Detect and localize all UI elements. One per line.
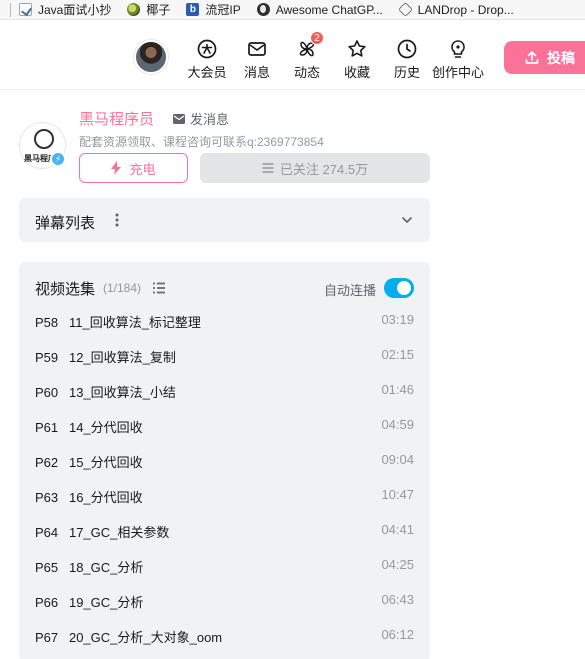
nav-favorites[interactable]: 收藏 <box>332 38 382 81</box>
bookmark-label: Awesome ChatGP... <box>275 2 383 17</box>
episode-row[interactable]: P67 20_GC_分析_大对象_oom 06:12 <box>19 617 430 652</box>
episode-row[interactable]: P62 15_分代回收 09:04 <box>19 442 430 477</box>
episode-label: P62 15_分代回收 <box>35 455 143 470</box>
episode-label: P64 17_GC_相关参数 <box>35 525 170 540</box>
globe-icon <box>256 3 270 16</box>
episode-row[interactable]: P63 16_分代回收 10:47 <box>19 477 430 512</box>
charge-button[interactable]: 充电 <box>79 153 188 183</box>
episode-count: (1/184) <box>103 281 142 295</box>
vip-icon <box>197 39 217 59</box>
episode-label: P61 14_分代回收 <box>35 420 143 435</box>
upload-button[interactable]: 投稿 <box>504 41 585 74</box>
bookmark-label: Java面试小抄 <box>38 3 112 17</box>
nav-message[interactable]: 消息 <box>232 38 282 81</box>
upload-icon <box>525 50 539 64</box>
message-icon <box>248 42 266 56</box>
episode-label: P67 20_GC_分析_大对象_oom <box>35 630 223 645</box>
episode-duration: 09:04 <box>381 452 414 467</box>
bookmark-label: LANDrop - Drop... <box>417 2 514 17</box>
history-icon <box>397 39 417 59</box>
episode-duration: 02:15 <box>381 347 414 362</box>
bookmark-label: 流冠IP <box>205 3 241 17</box>
up-name[interactable]: 黑马程序员 <box>79 108 154 129</box>
episode-panel: 视频选集 (1/184) 自动连播 P58 11_回收算法_标记整理 03:19 P… <box>19 262 430 659</box>
autoplay-toggle[interactable] <box>384 278 414 298</box>
episode-label: P63 16_分代回收 <box>35 490 143 505</box>
ip-icon: b <box>186 3 200 16</box>
episode-duration: 04:41 <box>381 522 414 537</box>
menu-lines-icon <box>262 163 274 173</box>
danmaku-panel[interactable]: 弹幕列表 <box>19 198 430 242</box>
episode-row[interactable]: P65 18_GC_分析 04:25 <box>19 547 430 582</box>
nav-label: 历史 <box>393 65 420 80</box>
site-header: 大会员 消息 2 动态 收藏 历史 创作中心 投稿 <box>0 20 585 90</box>
episode-title: 视频选集 <box>35 281 96 298</box>
episode-row[interactable]: P64 17_GC_相关参数 04:41 <box>19 512 430 547</box>
episode-duration: 01:46 <box>381 382 414 397</box>
send-message-label: 发消息 <box>190 112 230 127</box>
episode-label: P66 19_GC_分析 <box>35 595 144 610</box>
nav-history[interactable]: 历史 <box>382 38 432 81</box>
star-icon <box>348 40 366 57</box>
danmaku-title: 弹幕列表 <box>35 215 96 232</box>
nav-label: 大会员 <box>187 65 227 80</box>
nav-label: 收藏 <box>343 65 370 80</box>
java-doc-icon <box>19 3 32 16</box>
follow-button[interactable]: 已关注 274.5万 <box>200 153 430 183</box>
bookmarks-bar: Java面试小抄 椰子 b 流冠IP Awesome ChatGP... LAN… <box>0 0 585 20</box>
up-description: 配套资源领取、课程咨询可联系q:2369773854 <box>79 135 324 149</box>
episode-label: P65 18_GC_分析 <box>35 560 144 575</box>
nav-label: 创作中心 <box>431 65 484 80</box>
bookmark-label: 椰子 <box>146 3 171 17</box>
episode-label: P60 13_回收算法_小结 <box>35 385 176 400</box>
episode-label: P58 11_回收算法_标记整理 <box>35 315 201 330</box>
coconut-icon <box>127 3 141 16</box>
bookmark-chatgpt[interactable]: Awesome ChatGP... <box>256 2 383 17</box>
nav-dynamic[interactable]: 2 动态 <box>282 31 332 81</box>
chevron-down-icon[interactable] <box>400 213 414 227</box>
mail-icon <box>173 113 185 124</box>
nav-label: 消息 <box>243 65 270 80</box>
bookmarks-separator <box>10 2 11 17</box>
nav-creator-center[interactable]: 创作中心 <box>428 38 488 81</box>
episode-row[interactable]: P61 14_分代回收 04:59 <box>19 407 430 442</box>
episode-label: P59 12_回收算法_复制 <box>35 350 176 365</box>
lightbulb-icon <box>451 40 465 58</box>
nav-vip[interactable]: 大会员 <box>182 38 232 81</box>
user-avatar[interactable] <box>134 40 168 74</box>
episode-row[interactable]: P59 12_回收算法_复制 02:15 <box>19 337 430 372</box>
dynamic-badge: 2 <box>310 31 324 45</box>
autoplay-label: 自动连播 <box>324 283 377 298</box>
follow-label: 已关注 274.5万 <box>279 161 369 177</box>
episode-row[interactable]: P58 11_回收算法_标记整理 03:19 <box>19 302 430 337</box>
bookmark-ip[interactable]: b 流冠IP <box>186 1 241 18</box>
charge-label: 充电 <box>129 161 156 177</box>
upload-label: 投稿 <box>547 49 575 66</box>
episode-duration: 04:59 <box>381 417 414 432</box>
episode-row[interactable]: P66 19_GC_分析 06:43 <box>19 582 430 617</box>
episode-duration: 04:25 <box>381 557 414 572</box>
episode-row[interactable]: P60 13_回收算法_小结 01:46 <box>19 372 430 407</box>
episode-duration: 06:12 <box>381 627 414 642</box>
landrop-icon <box>397 2 413 17</box>
more-vertical-icon[interactable] <box>113 211 121 229</box>
send-message-link[interactable]: 发消息 <box>172 109 229 128</box>
bookmark-java[interactable]: Java面试小抄 <box>19 1 111 18</box>
episode-duration: 03:19 <box>381 312 414 327</box>
episode-duration: 06:43 <box>381 592 414 607</box>
bookmark-coconut[interactable]: 椰子 <box>127 1 170 18</box>
bookmark-landrop[interactable]: LANDrop - Drop... <box>397 2 514 17</box>
verified-icon: ⚡ <box>50 151 66 167</box>
episode-duration: 10:47 <box>381 487 414 502</box>
heima-logo-icon <box>34 129 54 149</box>
lightning-icon <box>111 161 122 175</box>
nav-label: 动态 <box>293 65 320 80</box>
list-view-icon[interactable] <box>152 282 166 294</box>
